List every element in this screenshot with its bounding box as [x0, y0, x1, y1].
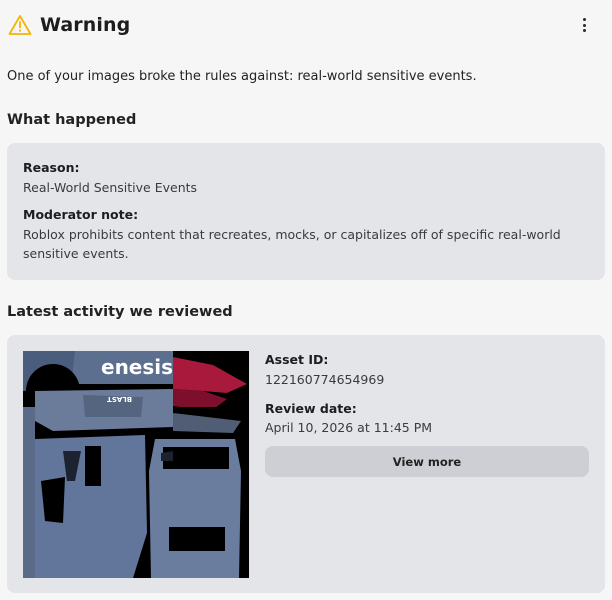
- moderator-note-label: Moderator note:: [23, 207, 139, 222]
- header: Warning: [8, 10, 604, 40]
- view-more-button[interactable]: View more: [265, 446, 589, 477]
- thumbnail-tag-text: BLAST: [107, 395, 133, 403]
- warning-summary: One of your images broke the rules again…: [7, 69, 477, 84]
- what-happened-card: Reason: Real-World Sensitive Events Mode…: [7, 143, 605, 280]
- more-vertical-icon: [582, 18, 586, 21]
- latest-activity-heading: Latest activity we reviewed: [7, 304, 233, 320]
- asset-thumbnail[interactable]: enesis BLAST: [23, 351, 249, 578]
- what-happened-heading: What happened: [7, 112, 137, 128]
- page-title: Warning: [40, 14, 131, 36]
- reason-value: Real-World Sensitive Events: [23, 180, 198, 195]
- asset-id-label: Asset ID:: [265, 352, 329, 367]
- warning-triangle-icon: [8, 15, 32, 35]
- asset-id-value: 122160774654969: [265, 372, 385, 387]
- review-date-label: Review date:: [265, 401, 357, 416]
- moderator-note-value: Roblox prohibits content that recreates,…: [23, 227, 561, 261]
- asset-texture-image: [23, 351, 249, 578]
- reason-label: Reason:: [23, 160, 80, 175]
- more-options-button[interactable]: [574, 14, 594, 36]
- latest-activity-card: enesis BLAST Asset ID: 122160774654969 R…: [7, 335, 605, 593]
- review-date-value: April 10, 2026 at 11:45 PM: [265, 420, 433, 435]
- thumbnail-brand-text: enesis: [101, 355, 174, 379]
